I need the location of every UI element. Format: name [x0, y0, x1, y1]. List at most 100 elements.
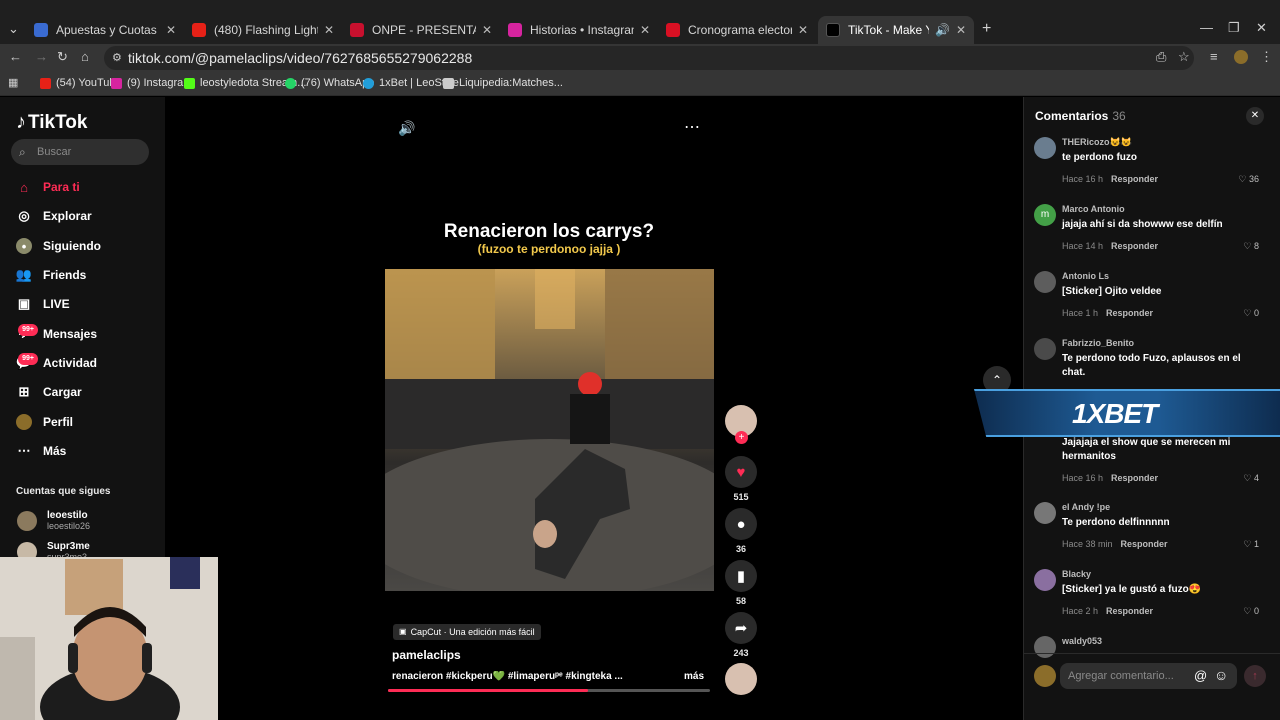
avatar[interactable] — [1034, 137, 1056, 159]
menu-icon[interactable]: ⋮ — [1260, 49, 1273, 65]
volume-icon[interactable]: 🔊 — [398, 120, 415, 137]
tab-close-icon[interactable]: ✕ — [482, 23, 492, 37]
follow-plus-icon[interactable]: + — [735, 431, 748, 444]
tab-audio-icon[interactable]: 🔊 — [935, 23, 950, 37]
reply-button[interactable]: Responder — [1121, 539, 1168, 549]
profile-avatar-icon[interactable] — [1234, 50, 1248, 64]
comment-user[interactable]: Fabrizzio_Benito — [1062, 338, 1134, 348]
emoji-icon[interactable]: ☺ — [1214, 667, 1228, 683]
comment-button[interactable]: ● — [725, 508, 757, 540]
reload-icon[interactable]: ↻ — [57, 49, 68, 65]
home-icon[interactable]: ⌂ — [81, 49, 89, 64]
tab-onpe[interactable]: ONPE - PRESENTACIÓN DE RES ✕ — [342, 16, 500, 44]
tab-title: Apuestas y Cuotas eSports ⊳ A — [56, 23, 160, 37]
reply-button[interactable]: Responder — [1111, 473, 1158, 483]
progress-track[interactable] — [388, 689, 710, 692]
video-frame[interactable] — [385, 269, 714, 591]
bookmark-star-icon[interactable]: ☆ — [1178, 49, 1190, 65]
tab-cronograma[interactable]: Cronograma electoral 2026: fe ✕ — [658, 16, 816, 44]
tab-close-icon[interactable]: ✕ — [798, 23, 808, 37]
more-options-icon[interactable]: ⋯ — [684, 117, 700, 137]
save-button[interactable]: ▮ — [725, 560, 757, 592]
video-author[interactable]: pamelaclips — [392, 648, 461, 662]
avatar[interactable] — [1034, 569, 1056, 591]
video-caption: renacieron #kickperu💚 #limaperuᵖᵉ #kingt… — [392, 671, 623, 682]
bookmark-whatsapp[interactable]: (76) WhatsApp — [285, 77, 374, 89]
tab-close-icon[interactable]: ✕ — [956, 23, 966, 37]
comment-user[interactable]: THERicozo😺😺 — [1062, 137, 1132, 148]
like-button[interactable]: ♥ — [725, 456, 757, 488]
search-icon: ⌕ — [19, 145, 26, 159]
new-tab-icon[interactable]: + — [982, 20, 991, 38]
mention-icon[interactable]: @ — [1194, 668, 1207, 683]
apps-icon[interactable]: ▦ — [8, 76, 18, 89]
media-icon[interactable]: ≡ — [1210, 49, 1218, 64]
nav-friends[interactable]: 👥 Friends — [16, 265, 86, 285]
tab-youtube[interactable]: (480) Flashing Lights - YouTube ✕ — [184, 16, 342, 44]
comment-likes[interactable]: ♡ 36 — [1238, 174, 1259, 185]
comment-user[interactable]: Blacky — [1062, 569, 1091, 579]
tab-apuestas[interactable]: Apuestas y Cuotas eSports ⊳ A ✕ — [26, 16, 184, 44]
caption-more-link[interactable]: más — [684, 671, 704, 682]
close-icon[interactable]: ✕ — [1246, 107, 1264, 125]
tab-close-icon[interactable]: ✕ — [640, 23, 650, 37]
messages-badge: 99+ — [18, 324, 38, 336]
search-input[interactable]: ⌕ Buscar — [11, 139, 149, 165]
avatar[interactable] — [1034, 338, 1056, 360]
nav-for-you[interactable]: ⌂ Para ti — [16, 177, 80, 197]
nav-label: Mensajes — [43, 327, 98, 341]
comment-user[interactable]: el Andy !pe — [1062, 502, 1110, 512]
reply-button[interactable]: Responder — [1111, 241, 1158, 251]
address-bar[interactable]: ⚙ tiktok.com/@pamelaclips/video/76276856… — [104, 46, 1194, 70]
capcut-tag[interactable]: ▣ CapCut · Una edición más fácil — [393, 624, 541, 640]
comment-input[interactable]: Agregar comentario... — [1060, 663, 1237, 689]
comment-likes[interactable]: ♡ 4 — [1243, 473, 1259, 484]
music-disc-avatar[interactable] — [725, 663, 757, 695]
share-button[interactable]: ➦ — [725, 612, 757, 644]
minimize-icon[interactable]: — — [1200, 20, 1213, 35]
comment-user[interactable]: waldy053 — [1062, 636, 1102, 646]
install-icon[interactable]: ⎙ — [1156, 49, 1166, 65]
reply-button[interactable]: Responder — [1111, 174, 1158, 184]
nav-more[interactable]: ⋯ Más — [16, 441, 67, 461]
nav-explore[interactable]: ◎ Explorar — [16, 206, 91, 226]
like-count: 0 — [1253, 308, 1259, 318]
comment-likes[interactable]: ♡ 0 — [1243, 308, 1259, 319]
share-count: 243 — [733, 648, 749, 658]
heart-outline-icon: ♡ — [1243, 606, 1252, 616]
nav-upload[interactable]: ⊞ Cargar — [16, 382, 82, 402]
back-icon[interactable]: ← — [9, 49, 22, 64]
reply-button[interactable]: Responder — [1106, 606, 1153, 616]
comment-input-placeholder: Agregar comentario... — [1068, 670, 1174, 682]
avatar[interactable] — [1034, 636, 1056, 658]
nav-profile[interactable]: Perfil — [16, 412, 73, 432]
tab-tiktok[interactable]: TikTok - Make Your Day 🔊 ✕ — [818, 16, 974, 44]
send-icon[interactable]: ↑ — [1244, 665, 1266, 687]
tab-search-icon[interactable]: ⌄ — [8, 21, 19, 37]
avatar[interactable]: m — [1034, 204, 1056, 226]
tab-close-icon[interactable]: ✕ — [166, 23, 176, 37]
followed-account[interactable]: leoestilo leoestilo26 — [17, 510, 90, 531]
bookmark-instagram[interactable]: (9) Instagram — [111, 77, 192, 89]
close-window-icon[interactable]: ✕ — [1256, 20, 1267, 36]
comment-likes[interactable]: ♡ 8 — [1243, 241, 1259, 252]
tab-close-icon[interactable]: ✕ — [324, 23, 334, 37]
video-overlay-subtitle: (fuzoo te perdonoo jajja ) — [477, 242, 621, 256]
reply-button[interactable]: Responder — [1106, 308, 1153, 318]
site-info-icon[interactable]: ⚙ — [112, 46, 122, 70]
comment-likes[interactable]: ♡ 0 — [1243, 606, 1259, 617]
avatar[interactable] — [1034, 502, 1056, 524]
avatar[interactable] — [1034, 271, 1056, 293]
maximize-icon[interactable]: ❐ — [1228, 20, 1240, 36]
nav-live[interactable]: ▣ LIVE — [16, 294, 70, 314]
nav-following[interactable]: • Siguiendo — [16, 236, 101, 256]
bookmark-liquipedia[interactable]: Liquipedia:Matches... — [443, 77, 563, 89]
comment-user[interactable]: Marco Antonio — [1062, 204, 1125, 214]
bookmark-youtube[interactable]: (54) YouTube — [40, 77, 122, 89]
forward-icon[interactable]: → — [35, 49, 48, 64]
heart-outline-icon: ♡ — [1243, 241, 1252, 251]
comment-user[interactable]: Antonio Ls — [1062, 271, 1109, 281]
tab-instagram[interactable]: Historias • Instagram ✕ — [500, 16, 658, 44]
comment-likes[interactable]: ♡ 1 — [1243, 539, 1259, 550]
tiktok-logo[interactable]: ♪ TikTok — [16, 111, 87, 134]
